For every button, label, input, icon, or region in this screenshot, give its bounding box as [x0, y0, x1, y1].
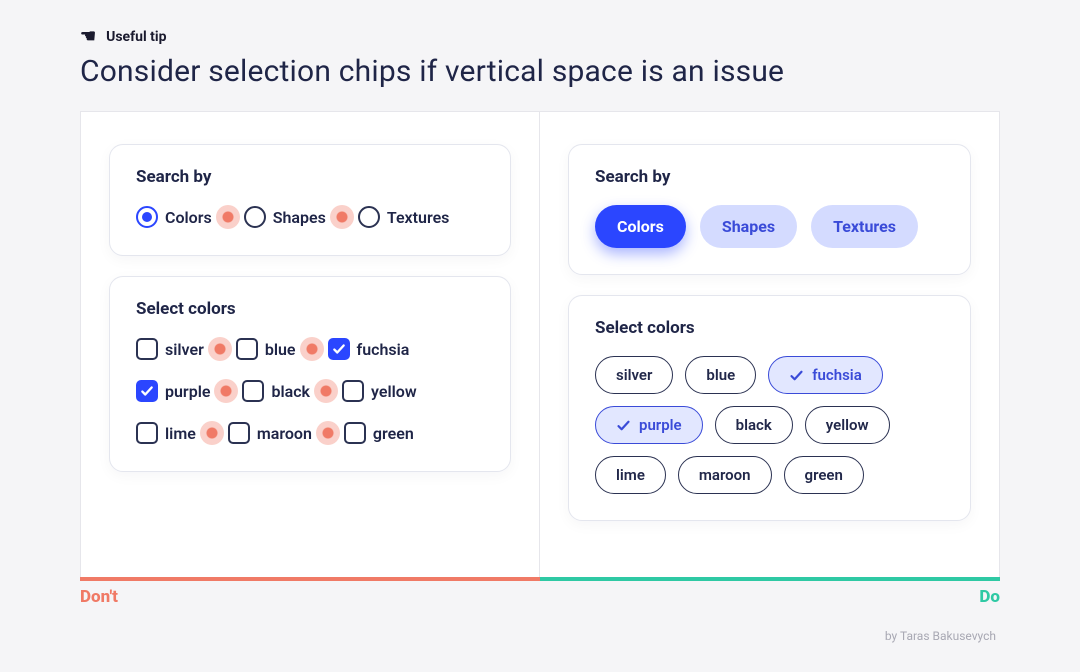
filter-chip[interactable]: lime [595, 456, 666, 494]
checkbox-icon [236, 338, 258, 360]
tip-badge-text: Useful tip [106, 29, 166, 45]
chip-label: green [805, 466, 843, 484]
spacing-problem-marker-icon [300, 337, 324, 361]
checkbox-option[interactable]: lime [136, 422, 196, 444]
radio-option[interactable]: Colors [136, 206, 212, 228]
checkbox-icon [242, 380, 264, 402]
radio-icon [136, 206, 158, 228]
spacing-problem-marker-icon [330, 205, 354, 229]
checkbox-checked-icon [328, 338, 350, 360]
do-search-card: Search by Colors Shapes Textures [568, 144, 971, 275]
segmented-chip[interactable]: Textures [811, 205, 918, 248]
checkbox-row: purple black yellow [136, 379, 484, 403]
chip-group: silver blue fuchsia purple black yellow lime ma… [595, 356, 944, 494]
segmented-chip[interactable]: Colors [595, 205, 686, 248]
chip-label: purple [639, 416, 682, 434]
do-bar [540, 577, 1000, 581]
checkbox-option[interactable]: black [242, 380, 310, 402]
checkbox-grid: silver blue fuchsia purple black yellow lime ma… [136, 337, 484, 445]
radio-label: Colors [165, 208, 212, 227]
filter-chip[interactable]: yellow [805, 406, 890, 444]
do-label: Do [979, 587, 1000, 607]
checkbox-option[interactable]: purple [136, 380, 210, 402]
tip-badge: ☛ Useful tip [80, 28, 1000, 46]
checkbox-label: lime [165, 424, 196, 443]
filter-chip[interactable]: purple [595, 406, 703, 444]
segmented-chip[interactable]: Shapes [700, 205, 797, 248]
check-icon [616, 418, 631, 433]
radio-option[interactable]: Textures [358, 206, 450, 228]
checkbox-icon [136, 422, 158, 444]
spacing-problem-marker-icon [200, 421, 224, 445]
card-title: Search by [136, 167, 484, 187]
checkbox-icon [344, 422, 366, 444]
chip-label: lime [616, 466, 645, 484]
checkbox-option[interactable]: yellow [342, 380, 417, 402]
do-select-card: Select colors silver blue fuchsia purple bla… [568, 295, 971, 521]
checkbox-row: silver blue fuchsia [136, 337, 484, 361]
chip-label: fuchsia [812, 366, 862, 384]
filter-chip[interactable]: fuchsia [768, 356, 883, 394]
radio-label: Shapes [273, 208, 326, 227]
dont-bar [80, 577, 540, 581]
card-title: Select colors [136, 299, 484, 319]
filter-chip[interactable]: silver [595, 356, 673, 394]
dont-column: Search by Colors Shapes Textures Select co… [81, 112, 540, 577]
checkbox-label: blue [265, 340, 296, 359]
dont-select-card: Select colors silver blue fuchsia purple bla… [109, 276, 511, 472]
radio-icon [244, 206, 266, 228]
pointing-hand-icon: ☛ [80, 28, 96, 46]
checkbox-option[interactable]: green [344, 422, 414, 444]
do-column: Search by Colors Shapes Textures Select co… [540, 112, 999, 577]
chip-label: blue [706, 366, 735, 384]
filter-chip[interactable]: black [715, 406, 793, 444]
page-title: Consider selection chips if vertical spa… [80, 54, 1000, 89]
checkbox-icon [228, 422, 250, 444]
chip-label: silver [616, 366, 652, 384]
checkbox-label: purple [165, 382, 210, 401]
card-title: Search by [595, 167, 944, 187]
dont-label: Don't [80, 587, 118, 607]
card-title: Select colors [595, 318, 944, 338]
radio-icon [358, 206, 380, 228]
spacing-problem-marker-icon [314, 379, 338, 403]
checkbox-label: silver [165, 340, 204, 359]
radio-label: Textures [387, 208, 450, 227]
spacing-problem-marker-icon [316, 421, 340, 445]
comparison-panel: Search by Colors Shapes Textures Select co… [80, 111, 1000, 578]
radio-option[interactable]: Shapes [244, 206, 326, 228]
dont-search-card: Search by Colors Shapes Textures [109, 144, 511, 256]
filter-chip[interactable]: green [784, 456, 864, 494]
checkbox-label: green [373, 424, 414, 443]
checkbox-label: fuchsia [357, 340, 410, 359]
spacing-problem-marker-icon [214, 379, 238, 403]
spacing-problem-marker-icon [216, 205, 240, 229]
checkbox-label: maroon [257, 424, 312, 443]
comparison-labels: Don't Do [80, 581, 1000, 607]
chip-label: black [736, 416, 772, 434]
spacing-problem-marker-icon [208, 337, 232, 361]
checkbox-checked-icon [136, 380, 158, 402]
checkbox-label: black [271, 382, 310, 401]
chip-label: maroon [699, 466, 751, 484]
chip-label: yellow [826, 416, 869, 434]
checkbox-icon [136, 338, 158, 360]
radio-group: Colors Shapes Textures [136, 205, 484, 229]
check-icon [789, 368, 804, 383]
filter-chip[interactable]: blue [685, 356, 756, 394]
checkbox-option[interactable]: maroon [228, 422, 312, 444]
checkbox-row: lime maroon green [136, 421, 484, 445]
checkbox-icon [342, 380, 364, 402]
checkbox-label: yellow [371, 382, 417, 401]
filter-chip[interactable]: maroon [678, 456, 772, 494]
author-credit: by Taras Bakusevych [80, 629, 1000, 643]
segmented-control: Colors Shapes Textures [595, 205, 944, 248]
comparison-underline [80, 577, 1000, 581]
checkbox-option[interactable]: fuchsia [328, 338, 410, 360]
checkbox-option[interactable]: silver [136, 338, 204, 360]
checkbox-option[interactable]: blue [236, 338, 296, 360]
